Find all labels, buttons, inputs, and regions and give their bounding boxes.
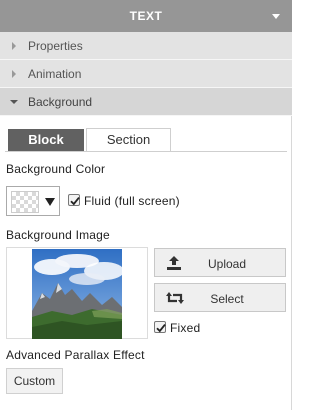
background-image-label: Background Image (6, 228, 110, 242)
select-label: Select (210, 292, 244, 306)
chevron-down-icon (10, 100, 18, 104)
panel-title: TEXT (129, 9, 163, 23)
tab-block[interactable]: Block (8, 129, 84, 151)
tabs-divider (5, 151, 287, 152)
parallax-label: Advanced Parallax Effect (6, 348, 145, 362)
select-button[interactable]: Select (154, 283, 286, 312)
text-settings-panel: TEXT Properties Animation Background Blo… (0, 0, 292, 410)
background-color-label: Background Color (6, 162, 106, 176)
section-animation-label: Animation (28, 67, 82, 81)
transparent-swatch (11, 191, 39, 213)
fixed-checkbox[interactable] (154, 321, 166, 333)
upload-label: Upload (207, 257, 247, 271)
mountain-landscape-image (32, 249, 122, 339)
checkmark-icon (156, 324, 166, 333)
section-properties-label: Properties (28, 39, 83, 53)
chevron-right-icon (12, 70, 16, 78)
section-properties[interactable]: Properties (0, 32, 292, 60)
chevron-right-icon (12, 42, 16, 50)
fluid-label: Fluid (full screen) (84, 194, 180, 208)
section-animation[interactable]: Animation (0, 60, 292, 88)
dropdown-arrow-icon (45, 198, 55, 206)
background-tabs: Block Section (0, 116, 292, 152)
fluid-checkbox[interactable] (68, 194, 80, 206)
section-background-label: Background (28, 95, 93, 109)
caret-down-icon[interactable] (272, 14, 280, 19)
fixed-label: Fixed (170, 321, 201, 335)
upload-button[interactable]: Upload (154, 248, 286, 277)
section-background[interactable]: Background (0, 88, 292, 116)
background-image-preview[interactable] (6, 247, 148, 339)
checkmark-icon (70, 197, 80, 206)
custom-button[interactable]: Custom (6, 368, 63, 394)
background-color-picker[interactable] (6, 186, 60, 216)
tab-section[interactable]: Section (86, 128, 171, 152)
panel-header[interactable]: TEXT (0, 0, 292, 32)
